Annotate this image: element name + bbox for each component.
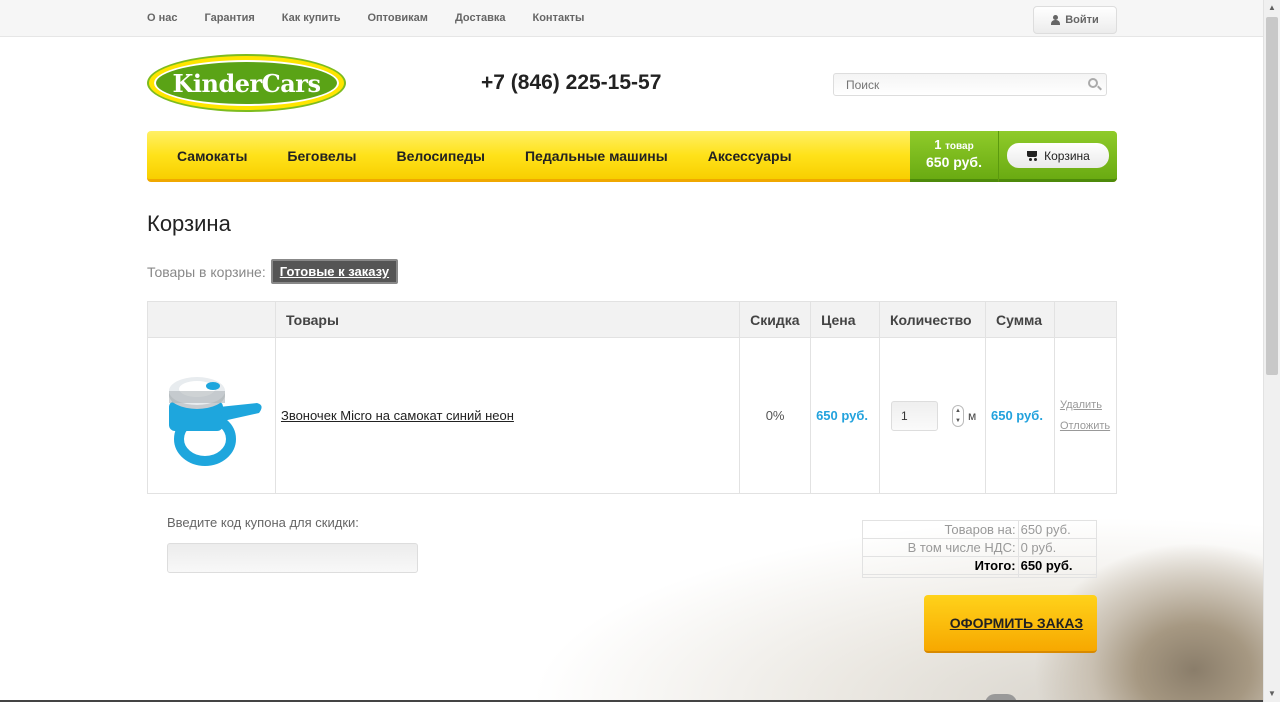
topnav-wholesale[interactable]: Оптовикам bbox=[367, 12, 427, 24]
nav-pedal-cars[interactable]: Педальные машины bbox=[525, 148, 668, 164]
site-logo[interactable]: KinderCars bbox=[147, 54, 346, 112]
topnav-delivery[interactable]: Доставка bbox=[455, 12, 506, 24]
cart-sum: 650 руб. bbox=[926, 154, 982, 170]
cart-count: 1 товар bbox=[910, 137, 998, 152]
header-actions bbox=[1053, 301, 1118, 338]
totals-table: Товаров на: 650 руб. В том числе НДС: 0 … bbox=[862, 520, 1098, 578]
topnav-about[interactable]: О нас bbox=[147, 12, 178, 24]
product-name-cell: Звоночек Micro на самокат синий неон bbox=[274, 337, 741, 494]
nav-scooters[interactable]: Самокаты bbox=[177, 148, 247, 164]
totals-items-value: 650 руб. bbox=[1017, 520, 1098, 539]
totals-vat-label: В том числе НДС: bbox=[862, 538, 1019, 557]
main-nav: Самокаты Беговелы Велосипеды Педальные м… bbox=[147, 131, 1117, 182]
actions-cell: Удалить Отложить bbox=[1053, 337, 1118, 494]
quantity-wrap: ▲ ▼ м bbox=[880, 400, 985, 431]
totals-total-row: Итого: 650 руб. bbox=[862, 556, 1098, 575]
scroll-thumb[interactable] bbox=[1266, 17, 1278, 375]
price-cell: 650 руб. bbox=[810, 337, 881, 494]
totals-items-row: Товаров на: 650 руб. bbox=[862, 520, 1098, 539]
table-header-row: Товары Скидка Цена Количество Сумма bbox=[147, 301, 1118, 338]
topnav-warranty[interactable]: Гарантия bbox=[205, 12, 255, 24]
topnav-how-to-buy[interactable]: Как купить bbox=[282, 12, 341, 24]
cart-count-value: 1 bbox=[934, 137, 942, 152]
totals-divider-row bbox=[862, 574, 1098, 578]
coupon-label: Введите код купона для скидки: bbox=[167, 515, 359, 530]
header-price: Цена bbox=[810, 301, 881, 338]
totals-divider-b bbox=[1017, 574, 1098, 578]
cart-summary[interactable]: 1 товар 650 руб. bbox=[910, 131, 998, 182]
sum-cell: 650 руб. bbox=[984, 337, 1055, 494]
totals-divider-a bbox=[862, 574, 1019, 578]
search-box bbox=[833, 73, 1107, 96]
header-sum: Сумма bbox=[984, 301, 1055, 338]
header-discount: Скидка bbox=[739, 301, 812, 338]
page-scrollbar[interactable]: ▲ ▼ bbox=[1263, 0, 1280, 702]
postpone-link[interactable]: Отложить bbox=[1060, 416, 1116, 437]
header-quantity: Количество bbox=[879, 301, 986, 338]
stepper-up-icon[interactable]: ▲ bbox=[955, 408, 961, 414]
totals-total-value: 650 руб. bbox=[1017, 556, 1098, 575]
nav-accessories[interactable]: Аксессуары bbox=[708, 148, 792, 164]
scroll-down-icon[interactable]: ▼ bbox=[1264, 686, 1280, 702]
table-row: Звоночек Micro на самокат синий неон 0% … bbox=[147, 337, 1118, 494]
discount-cell: 0% bbox=[739, 337, 812, 494]
quantity-cell: ▲ ▼ м bbox=[879, 337, 986, 494]
checkout-button[interactable]: ОФОРМИТЬ ЗАКАЗ bbox=[924, 595, 1097, 653]
top-nav: О нас Гарантия Как купить Оптовикам Дост… bbox=[147, 12, 584, 24]
scroll-up-icon[interactable]: ▲ bbox=[1264, 0, 1280, 16]
totals-items-label: Товаров на: bbox=[862, 520, 1019, 539]
quantity-stepper[interactable]: ▲ ▼ bbox=[952, 404, 965, 427]
quantity-unit: м bbox=[968, 408, 977, 423]
tab-ready-to-order[interactable]: Готовые к заказу bbox=[270, 259, 399, 284]
cart-icon bbox=[1026, 150, 1039, 161]
nav-balance-bikes[interactable]: Беговелы bbox=[287, 148, 356, 164]
topnav-contacts[interactable]: Контакты bbox=[533, 12, 585, 24]
stepper-down-icon[interactable]: ▼ bbox=[955, 418, 961, 424]
cart-button-label: Корзина bbox=[1044, 148, 1090, 163]
delete-link[interactable]: Удалить bbox=[1060, 395, 1116, 416]
cart-tabs: Товары в корзине: Готовые к заказу bbox=[147, 259, 399, 284]
coupon-input[interactable] bbox=[167, 543, 418, 573]
phone-number: +7 (846) 225-15-57 bbox=[481, 71, 662, 94]
tabs-label: Товары в корзине: bbox=[147, 263, 266, 280]
search-input[interactable] bbox=[834, 74, 1074, 95]
totals-total-label: Итого: bbox=[862, 556, 1019, 575]
cart-count-label: товар bbox=[945, 141, 974, 152]
totals-vat-row: В том числе НДС: 0 руб. bbox=[862, 538, 1098, 557]
header-image bbox=[147, 301, 276, 338]
user-icon bbox=[1051, 15, 1061, 25]
cart-box: Корзина bbox=[998, 131, 1117, 182]
cart-table: Товары Скидка Цена Количество Сумма Звон… bbox=[147, 301, 1118, 494]
logo-text: KinderCars bbox=[172, 68, 321, 98]
login-label: Войти bbox=[1065, 14, 1099, 26]
cart-button[interactable]: Корзина bbox=[1007, 143, 1109, 168]
login-button[interactable]: Войти bbox=[1033, 6, 1117, 34]
search-icon[interactable] bbox=[1088, 78, 1098, 88]
nav-bicycles[interactable]: Велосипеды bbox=[397, 148, 485, 164]
main-nav-items: Самокаты Беговелы Велосипеды Педальные м… bbox=[177, 148, 792, 164]
product-image[interactable] bbox=[157, 359, 267, 469]
page-title: Корзина bbox=[147, 211, 231, 236]
top-bar: О нас Гарантия Как купить Оптовикам Дост… bbox=[0, 0, 1263, 37]
logo-inner: KinderCars bbox=[154, 60, 339, 106]
header-products: Товары bbox=[274, 301, 741, 338]
totals-vat-value: 0 руб. bbox=[1017, 538, 1098, 557]
product-image-cell bbox=[147, 337, 276, 494]
quantity-input[interactable] bbox=[891, 400, 939, 431]
product-name-link[interactable]: Звоночек Micro на самокат синий неон bbox=[276, 408, 514, 423]
